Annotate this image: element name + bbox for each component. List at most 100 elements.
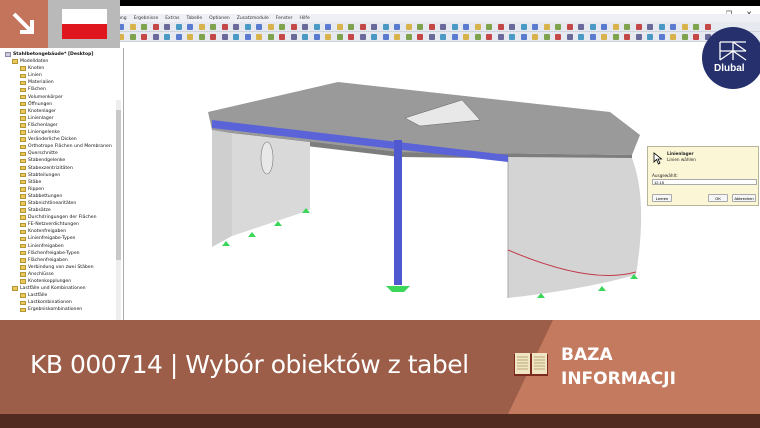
toolbar-button-icon[interactable]	[681, 24, 688, 30]
tree-item[interactable]: FE-Netzverdichtungen	[0, 221, 123, 228]
toolbar-button-icon[interactable]	[187, 34, 193, 40]
toolbar-button-icon[interactable]	[440, 24, 446, 30]
tree-item[interactable]: Knotenkopplungen	[0, 278, 123, 285]
toolbar-button-icon[interactable]	[267, 24, 274, 30]
toolbar-button-icon[interactable]	[601, 34, 607, 40]
toolbar-button-icon[interactable]	[451, 24, 458, 30]
toolbar-button-icon[interactable]	[520, 34, 527, 40]
toolbar-button-icon[interactable]	[509, 24, 515, 30]
toolbar-button-icon[interactable]	[520, 24, 527, 30]
toolbar-button-icon[interactable]	[428, 34, 435, 40]
toolbar-button-icon[interactable]	[325, 34, 331, 40]
toolbar-button-icon[interactable]	[164, 34, 170, 40]
tree-item[interactable]: Lastfälle	[0, 292, 123, 299]
tree-item[interactable]: Querschnitte	[0, 150, 123, 157]
tree-scrollbar[interactable]	[116, 100, 121, 320]
toolbar-button-icon[interactable]	[198, 24, 205, 30]
toolbar-button-icon[interactable]	[290, 24, 297, 30]
toolbar-button-icon[interactable]	[497, 34, 504, 40]
tree-item[interactable]: Anschlüsse	[0, 271, 123, 278]
tree-item[interactable]: Linienfreigaben	[0, 243, 123, 250]
toolbar-button-icon[interactable]	[543, 34, 550, 40]
toolbar-button-icon[interactable]	[555, 24, 561, 30]
toolbar-button-icon[interactable]	[486, 24, 492, 30]
tree-item[interactable]: Stabnichtlinearitäten	[0, 200, 123, 207]
toolbar-button-icon[interactable]	[509, 34, 515, 40]
tree-item[interactable]: Knotenlager	[0, 108, 123, 115]
toolbar-button-icon[interactable]	[417, 34, 423, 40]
toolbar-button-icon[interactable]	[129, 24, 136, 30]
toolbar-button-icon[interactable]	[612, 24, 619, 30]
tree-item[interactable]: Durchdringungen der Flächen	[0, 214, 123, 221]
toolbar-button-icon[interactable]	[371, 24, 377, 30]
tree-item[interactable]: Lastkombinationen	[0, 299, 123, 306]
menu-item-zusatzmodule[interactable]: Zusatzmodule	[237, 16, 269, 21]
toolbar-button-icon[interactable]	[440, 34, 446, 40]
tree-item[interactable]: Verbindung von zwei Stäben	[0, 264, 123, 271]
toolbar-button-icon[interactable]	[313, 34, 320, 40]
tree-item[interactable]: Materialien	[0, 79, 123, 86]
toolbar-button-icon[interactable]	[589, 24, 596, 30]
toolbar-button-icon[interactable]	[290, 34, 297, 40]
toolbar-button-icon[interactable]	[405, 24, 412, 30]
tree-item[interactable]: Lastfälle und Kombinationen	[0, 285, 123, 292]
toolbar-button-icon[interactable]	[670, 24, 676, 30]
tree-item[interactable]: Veränderliche Dicken	[0, 136, 123, 143]
menu-item-ergebnisse[interactable]: Ergebnisse	[134, 16, 159, 21]
toolbar-button-icon[interactable]	[658, 24, 665, 30]
toolbar-button-icon[interactable]	[486, 34, 492, 40]
toolbar-button-icon[interactable]	[221, 24, 228, 30]
toolbar-button-icon[interactable]	[624, 34, 630, 40]
toolbar-button-icon[interactable]	[210, 34, 216, 40]
toolbar-button-icon[interactable]	[152, 34, 159, 40]
toolbar-button-icon[interactable]	[382, 34, 389, 40]
toolbar-button-icon[interactable]	[382, 24, 389, 30]
toolbar-button-icon[interactable]	[336, 24, 343, 30]
tree-item[interactable]: Flächen	[0, 86, 123, 93]
toolbar-button-icon[interactable]	[578, 24, 584, 30]
tree-item[interactable]: Modelldaten	[0, 58, 123, 65]
menu-item-hilfe[interactable]: Hilfe	[299, 16, 309, 21]
menu-item-fenster[interactable]: Fenster	[276, 16, 293, 21]
toolbar-button-icon[interactable]	[302, 24, 308, 30]
toolbar-button-icon[interactable]	[417, 24, 423, 30]
toolbar-button-icon[interactable]	[658, 34, 665, 40]
toolbar-button-icon[interactable]	[244, 24, 251, 30]
toolbar-button-icon[interactable]	[256, 24, 262, 30]
toolbar-button-icon[interactable]	[371, 34, 377, 40]
tree-item[interactable]: Liniengelenke	[0, 129, 123, 136]
toolbar-button-icon[interactable]	[463, 24, 469, 30]
toolbar-button-icon[interactable]	[141, 24, 147, 30]
toolbar-button-icon[interactable]	[152, 24, 159, 30]
toolbar-button-icon[interactable]	[302, 34, 308, 40]
toolbar-button-icon[interactable]	[129, 34, 136, 40]
menu-item-extras[interactable]: Extras	[165, 16, 179, 21]
toolbar-button-icon[interactable]	[244, 34, 251, 40]
tree-item[interactable]: Linienlager	[0, 115, 123, 122]
toolbar-button-icon[interactable]	[463, 34, 469, 40]
toolbar-button-icon[interactable]	[670, 34, 676, 40]
toolbar-button-icon[interactable]	[267, 34, 274, 40]
toolbar-button-icon[interactable]	[175, 24, 182, 30]
toolbar-button-icon[interactable]	[681, 34, 688, 40]
toolbar-button-icon[interactable]	[394, 24, 400, 30]
toolbar-button-icon[interactable]	[497, 24, 504, 30]
toolbar-button-icon[interactable]	[233, 34, 239, 40]
toolbar-button-icon[interactable]	[348, 34, 354, 40]
toolbar-button-icon[interactable]	[543, 24, 550, 30]
tree-item[interactable]: Linien	[0, 72, 123, 79]
toolbar-button-icon[interactable]	[279, 34, 285, 40]
toolbar-button-icon[interactable]	[405, 34, 412, 40]
toolbar-button-icon[interactable]	[532, 34, 538, 40]
tree-item[interactable]: Stäbe	[0, 179, 123, 186]
toolbar-button-icon[interactable]	[566, 34, 573, 40]
toolbar-button-icon[interactable]	[589, 34, 596, 40]
toolbar-button-icon[interactable]	[693, 34, 699, 40]
toolbar-button-icon[interactable]	[210, 24, 216, 30]
toolbar-button-icon[interactable]	[474, 24, 481, 30]
toolbar-button-icon[interactable]	[198, 34, 205, 40]
toolbar-button-icon[interactable]	[647, 24, 653, 30]
toolbar-button-icon[interactable]	[704, 24, 711, 30]
tree-root[interactable]: Stahlbetongebäude* [Desktop]	[0, 51, 123, 58]
toolbar-button-icon[interactable]	[256, 34, 262, 40]
